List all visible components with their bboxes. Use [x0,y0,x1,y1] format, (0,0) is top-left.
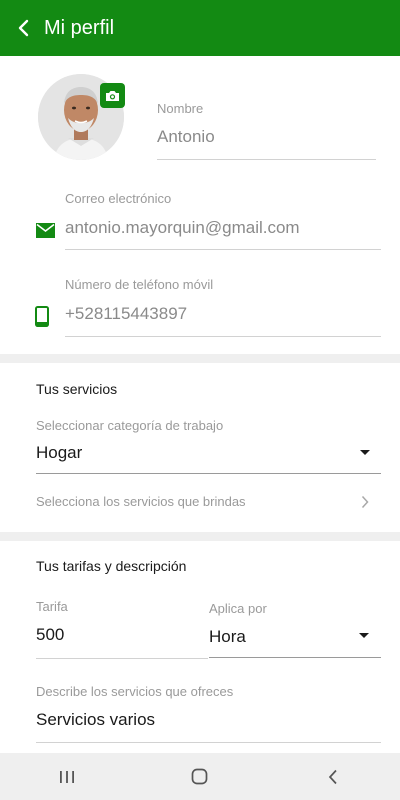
email-underline [65,249,381,250]
name-underline [157,159,376,160]
category-underline [36,473,381,474]
page-title: Mi perfil [44,16,115,39]
rate-underline [36,658,208,659]
email-field[interactable]: antonio.mayorquin@gmail.com [65,218,300,238]
camera-icon [106,90,119,101]
rates-title: Tus tarifas y descripción [36,558,187,574]
applies-select[interactable]: Hora [209,625,381,657]
mail-icon [36,223,55,238]
category-value: Hogar [36,443,83,462]
rate-field[interactable]: 500 [36,625,64,645]
applies-underline [209,657,381,658]
description-label: Describe los servicios que ofreces [36,684,234,699]
phone-label: Número de teléfono móvil [65,277,214,292]
home-icon [192,768,208,785]
description-underline [36,742,381,743]
rates-card: Tus tarifas y descripción Tarifa 500 Apl… [0,541,400,753]
email-label: Correo electrónico [65,191,172,206]
phone-icon [35,306,49,327]
back-nav-icon [329,769,337,784]
system-nav-bar [0,753,400,800]
services-title: Tus servicios [36,381,118,397]
phone-underline [65,336,381,337]
dropdown-arrow-icon [360,450,370,455]
applies-value: Hora [209,627,246,646]
category-select[interactable]: Hogar [36,441,381,473]
rate-label: Tarifa [36,599,68,614]
phone-field[interactable]: +528115443897 [65,304,187,324]
name-label: Nombre [157,101,204,116]
select-services-row[interactable]: Selecciona los servicios que brindas [36,488,381,518]
applies-label: Aplica por [209,601,267,616]
profile-card: Nombre Antonio Correo electrónico antoni… [0,56,400,354]
category-label: Seleccionar categoría de trabajo [36,418,224,433]
app-bar: Mi perfil [0,0,400,56]
recent-apps-button[interactable] [37,753,97,800]
home-button[interactable] [170,753,230,800]
arrow-back-icon [18,19,29,37]
chevron-right-icon [361,495,369,509]
back-button[interactable] [0,0,48,56]
services-card: Tus servicios Seleccionar categoría de t… [0,363,400,532]
description-field[interactable]: Servicios varios [36,710,155,730]
select-services-label: Selecciona los servicios que brindas [36,494,246,509]
recent-apps-icon [59,770,74,783]
dropdown-arrow-icon [359,633,369,638]
back-nav-button[interactable] [303,753,363,800]
change-photo-button[interactable] [100,83,125,108]
name-field[interactable]: Antonio [157,127,215,147]
